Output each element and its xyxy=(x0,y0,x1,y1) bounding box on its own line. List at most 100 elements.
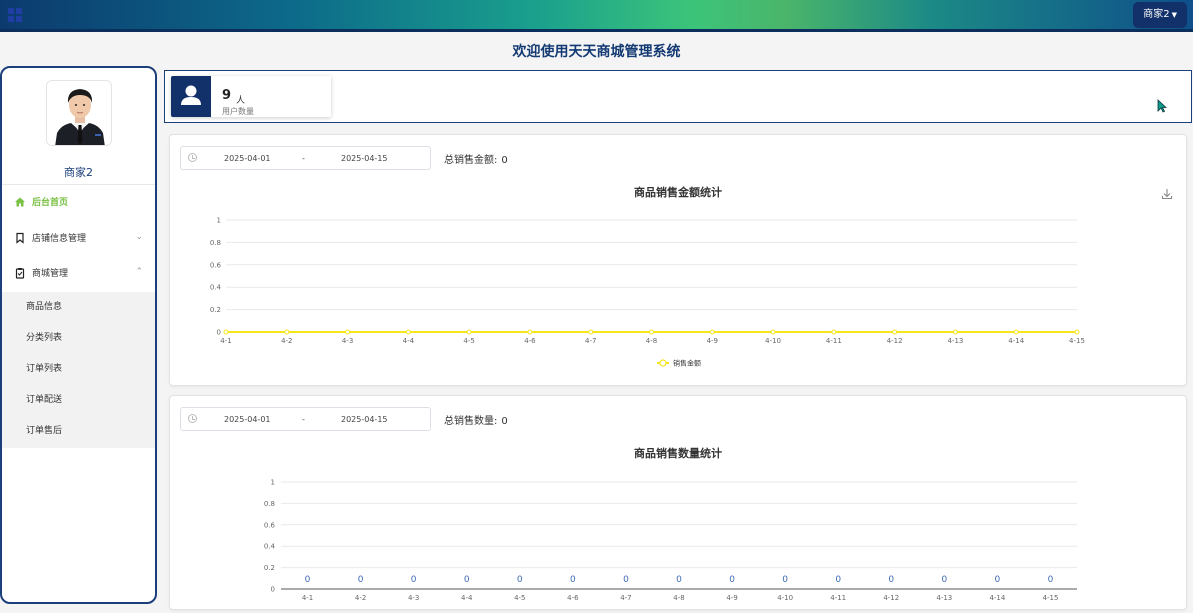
data-label: 0 xyxy=(1048,575,1054,585)
legend-label: 销售金额 xyxy=(673,359,701,368)
x-tick-label: 4-11 xyxy=(830,594,846,602)
legend-marker xyxy=(659,359,667,367)
user-count-label: 用户数量 xyxy=(222,107,254,116)
sidebar-item-label: 后台首页 xyxy=(32,198,69,208)
x-tick-label: 4-6 xyxy=(524,337,536,345)
chevron-down-icon: ▼ xyxy=(1171,11,1177,19)
data-label: 0 xyxy=(729,575,735,585)
submenu-item-orders[interactable]: 订单列表 xyxy=(2,354,155,385)
page-title: 欢迎使用天天商城管理系统 xyxy=(512,44,681,60)
submenu: 商品信息 分类列表 订单列表 订单配送 订单售后 xyxy=(2,292,155,448)
y-tick-label: 0.2 xyxy=(210,306,221,314)
x-tick-label: 4-4 xyxy=(461,594,473,602)
data-label: 0 xyxy=(570,575,576,585)
x-tick-label: 4-12 xyxy=(887,337,903,345)
x-tick-label: 4-11 xyxy=(826,337,842,345)
x-tick-label: 4-15 xyxy=(1069,337,1085,345)
submenu-item-categories[interactable]: 分类列表 xyxy=(2,323,155,354)
stats-panel: 9 人 用户数量 xyxy=(164,70,1192,123)
data-label: 0 xyxy=(995,575,1001,585)
x-tick-label: 4-9 xyxy=(726,594,737,602)
y-tick-label: 0.6 xyxy=(264,521,276,529)
x-tick-label: 4-7 xyxy=(620,594,631,602)
data-point xyxy=(1013,329,1019,335)
x-tick-label: 4-13 xyxy=(936,594,952,602)
data-point xyxy=(284,329,290,335)
y-tick-label: 0.4 xyxy=(210,284,222,292)
data-point xyxy=(405,329,411,335)
x-tick-label: 4-12 xyxy=(883,594,899,602)
data-point xyxy=(952,329,958,335)
x-tick-label: 4-10 xyxy=(777,594,793,602)
x-tick-label: 4-2 xyxy=(281,337,292,345)
shop-name: 商家2 xyxy=(64,166,93,179)
submenu-item-delivery[interactable]: 订单配送 xyxy=(2,385,155,416)
y-tick-label: 1 xyxy=(271,479,275,487)
sidebar-item-mall-management[interactable]: 商城管理 ⌃ xyxy=(2,257,155,291)
data-label: 0 xyxy=(835,575,841,585)
x-tick-label: 4-8 xyxy=(646,337,657,345)
y-tick-label: 0.6 xyxy=(210,261,222,269)
sidebar-item-home[interactable]: 后台首页 xyxy=(2,186,155,220)
data-point xyxy=(649,329,654,335)
sidebar-divider xyxy=(2,184,155,185)
x-tick-label: 4-1 xyxy=(220,337,231,345)
data-label: 0 xyxy=(411,575,417,585)
data-label: 0 xyxy=(305,575,311,585)
grid-icon[interactable] xyxy=(8,8,22,22)
data-label: 0 xyxy=(676,575,682,585)
data-point xyxy=(466,329,472,335)
data-point xyxy=(770,329,776,335)
x-tick-label: 4-6 xyxy=(567,594,579,602)
user-count-unit: 人 xyxy=(236,96,246,106)
x-tick-label: 4-3 xyxy=(408,594,419,602)
sidebar-item-shop-info[interactable]: 店铺信息管理 ⌄ xyxy=(2,222,155,256)
sidebar-item-label: 店铺信息管理 xyxy=(32,234,87,244)
sidebar-item-label: 商城管理 xyxy=(32,269,69,279)
data-label: 0 xyxy=(358,575,364,585)
data-point xyxy=(223,329,229,335)
sales-quantity-bar-chart: 00.20.40.60.8104-104-204-304-404-504-604… xyxy=(264,479,1077,602)
x-tick-label: 4-7 xyxy=(585,337,596,345)
data-label: 0 xyxy=(941,575,947,585)
data-label: 0 xyxy=(517,575,523,585)
data-point xyxy=(1074,329,1080,335)
data-point xyxy=(588,329,594,335)
avatar xyxy=(46,80,112,146)
x-tick-label: 4-8 xyxy=(673,594,684,602)
clipboard-icon xyxy=(14,267,26,279)
user-menu-button[interactable]: 商家2 ▼ xyxy=(1133,2,1187,28)
user-menu-label: 商家2 xyxy=(1143,9,1170,20)
x-tick-label: 4-14 xyxy=(1008,337,1024,345)
x-tick-label: 4-9 xyxy=(707,337,718,345)
data-point xyxy=(831,329,837,335)
x-tick-label: 4-4 xyxy=(403,337,415,345)
user-count-card: 9 人 用户数量 xyxy=(171,76,331,117)
y-tick-label: 1 xyxy=(217,217,221,225)
sidebar: 商家2 后台首页 店铺信息管理 ⌄ 商城管理 ⌃ 商品信息 分类列表 订单列表 … xyxy=(0,66,157,604)
bookmark-icon xyxy=(14,232,26,244)
sales-quantity-panel: 2025-04-01 - 2025-04-15 总销售数量: 0 商品销售数量统计… xyxy=(169,395,1187,610)
x-tick-label: 4-3 xyxy=(342,337,353,345)
top-bar: 商家2 ▼ xyxy=(0,0,1193,32)
data-point xyxy=(892,329,898,335)
x-tick-label: 4-13 xyxy=(947,337,963,345)
y-tick-label: 0 xyxy=(271,586,275,594)
data-point xyxy=(527,329,533,335)
y-tick-label: 0.2 xyxy=(264,564,275,572)
data-label: 0 xyxy=(464,575,470,585)
sales-amount-line-chart: 0 0.2 0.4 0.6 0.8 1 4-1 4-2 4-3 4-4 4-5 4-6 4-7 4-8 4-… xyxy=(210,217,1085,368)
chevron-down-icon: ⌄ xyxy=(135,232,143,242)
y-tick-label: 0 xyxy=(217,329,221,337)
data-label: 0 xyxy=(888,575,894,585)
mouse-cursor-icon xyxy=(1157,99,1167,113)
data-point xyxy=(709,329,715,335)
submenu-item-products[interactable]: 商品信息 xyxy=(2,292,155,323)
data-label: 0 xyxy=(782,575,788,585)
x-tick-label: 4-10 xyxy=(765,337,781,345)
chevron-up-icon: ⌃ xyxy=(135,267,143,277)
y-tick-label: 0.4 xyxy=(264,543,276,551)
home-icon xyxy=(14,196,26,208)
submenu-item-after-sales[interactable]: 订单售后 xyxy=(2,416,155,447)
x-tick-label: 4-5 xyxy=(514,594,525,602)
